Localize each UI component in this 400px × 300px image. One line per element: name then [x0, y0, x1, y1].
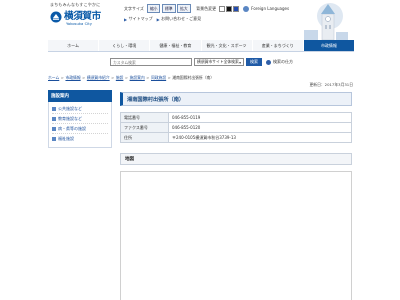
search-howto-label: 検索の仕方 — [273, 59, 293, 64]
arrow-right-icon: ▶ — [156, 16, 160, 22]
help-icon — [266, 59, 271, 65]
address-value: 〒240-0105横須賀市秋谷3739-13 — [168, 132, 352, 143]
search-scope-value: 横須賀市サイト全体検索 — [197, 59, 239, 64]
globe-icon — [243, 5, 250, 12]
bg-black-button[interactable] — [226, 5, 233, 12]
breadcrumb-facilities[interactable]: 施設 — [116, 75, 124, 80]
sidebar-item-label: 福祉施設 — [58, 136, 74, 141]
breadcrumb-separator: > — [111, 75, 115, 80]
fax-label: ファクス番号 — [120, 122, 169, 133]
address-label: 住所 — [120, 132, 169, 143]
table-row: 住所 〒240-0105横須賀市秋谷3739-13 — [120, 132, 352, 143]
main-content: 湘南国際村出張所（南） 電話番号 046-855-0119 ファクス番号 046… — [120, 92, 352, 300]
bg-white-button[interactable] — [219, 5, 226, 12]
breadcrumb-separator: > — [82, 75, 86, 80]
sidebar-item-label: 公共施設など — [58, 105, 82, 111]
bullet-icon — [52, 137, 56, 141]
search-howto-link[interactable]: 検索の仕方 — [266, 59, 293, 65]
breadcrumb-separator: > — [167, 75, 171, 80]
global-nav: ホーム くらし・環境 健康・福祉・教育 観光・文化・スポーツ 産業・まちづくり … — [48, 40, 355, 52]
breadcrumb-city-intro[interactable]: 横須賀市紹介 — [87, 75, 110, 80]
phone-label: 電話番号 — [120, 112, 169, 123]
nav-industry-urban[interactable]: 産業・まちづくり — [251, 40, 303, 51]
nav-city-government[interactable]: 市政情報 — [302, 40, 355, 51]
search-scope-select[interactable]: 横須賀市サイト全体検索 ▾ — [194, 58, 244, 66]
chevron-down-icon: ▾ — [239, 59, 241, 65]
text-size-shrink-button[interactable]: 縮小 — [146, 4, 161, 13]
breadcrumb-separator: > — [124, 75, 129, 80]
sidebar-item-welfare-facilities[interactable]: 福祉施設 — [52, 134, 108, 144]
bullet-icon — [52, 116, 56, 121]
map-frame[interactable] — [120, 171, 352, 300]
contact-link[interactable]: お問い合わせ・ご意見 — [161, 16, 201, 22]
breadcrumb-separator: > — [60, 75, 64, 80]
bullet-icon — [52, 106, 56, 111]
accessibility-row: 文字サイズ 縮小 標準 拡大 背景色変更 Foreign Languages — [124, 4, 289, 13]
search-bar: 横須賀市サイト全体検索 ▾ 検索 検索の仕方 — [110, 58, 293, 66]
breadcrumb-current: 湘南国際村出張所（南） — [172, 75, 215, 80]
nav-home[interactable]: ホーム — [48, 40, 99, 51]
arrow-right-icon: ▶ — [124, 16, 128, 22]
bg-color-label: 背景色変更 — [196, 5, 217, 11]
site-logo[interactable]: まちもみんなもすこやかに 横須賀市 Yokosuka City — [50, 2, 106, 36]
breadcrumb-city-government[interactable]: 市政情報 — [65, 75, 80, 80]
sidebar-item-public-facilities[interactable]: 公共施設など — [52, 104, 108, 114]
sidebar-item-national-prefectural[interactable]: 病・県等の施設 — [52, 124, 108, 134]
text-size-label: 文字サイズ — [124, 5, 144, 11]
page-title: 湘南国際村出張所（南） — [120, 92, 352, 106]
nav-health-welfare-education[interactable]: 健康・福祉・教育 — [149, 40, 201, 51]
site-header: まちもみんなもすこやかに 横須賀市 Yokosuka City 文字サイズ 縮小… — [0, 0, 400, 40]
logo-city-name-en: Yokosuka City — [66, 21, 93, 26]
facility-info-table: 電話番号 046-855-0119 ファクス番号 046-855-0120 住所… — [120, 112, 352, 143]
clock-tower-illustration — [304, 3, 348, 40]
bg-blue-button[interactable] — [233, 5, 240, 12]
sidebar: 施設案内 公共施設など 教育施設など 病・県等の施設 福祉施設 — [48, 90, 112, 148]
breadcrumb-home[interactable]: ホーム — [48, 75, 59, 80]
search-button[interactable]: 検索 — [246, 58, 262, 66]
sidebar-list: 公共施設など 教育施設など 病・県等の施設 福祉施設 — [48, 102, 112, 148]
sidebar-item-label: 病・県等の施設 — [58, 125, 86, 131]
table-row: ファクス番号 046-855-0120 — [120, 122, 352, 133]
phone-value: 046-855-0119 — [168, 112, 352, 123]
city-emblem-icon — [50, 11, 62, 23]
utility-links-row: ▶ サイトマップ ▶ お問い合わせ・ご意見 — [124, 16, 205, 22]
nav-life-environment[interactable]: くらし・環境 — [98, 40, 150, 51]
text-size-normal-button[interactable]: 標準 — [161, 4, 176, 13]
sidebar-item-label: 教育施設など — [58, 115, 82, 121]
nav-tourism-culture-sports[interactable]: 観光・文化・スポーツ — [200, 40, 252, 51]
sidebar-item-education-facilities[interactable]: 教育施設など — [52, 114, 108, 124]
search-input[interactable] — [110, 58, 192, 66]
breadcrumb: ホーム > 市政情報 > 横須賀市紹介 > 施設 > 施設案内 > 同政施設 > 湘南国際村出張所（南） — [48, 75, 214, 81]
sidebar-title: 施設案内 — [48, 90, 112, 102]
breadcrumb-separator: > — [146, 75, 150, 80]
breadcrumb-govt-facilities[interactable]: 同政施設 — [151, 75, 166, 80]
updated-date: 更新日：2017年3月31日 — [309, 82, 354, 87]
bullet-icon — [52, 126, 56, 131]
text-size-enlarge-button[interactable]: 拡大 — [177, 4, 191, 13]
breadcrumb-facility-guide[interactable]: 施設案内 — [130, 75, 145, 80]
foreign-languages-link[interactable]: Foreign Languages — [251, 6, 289, 11]
fax-value: 046-855-0120 — [168, 122, 352, 133]
map-heading: 地図 — [120, 153, 352, 165]
logo-city-name: 横須賀市 — [64, 11, 101, 22]
sitemap-link[interactable]: サイトマップ — [129, 16, 153, 22]
table-row: 電話番号 046-855-0119 — [120, 112, 352, 123]
